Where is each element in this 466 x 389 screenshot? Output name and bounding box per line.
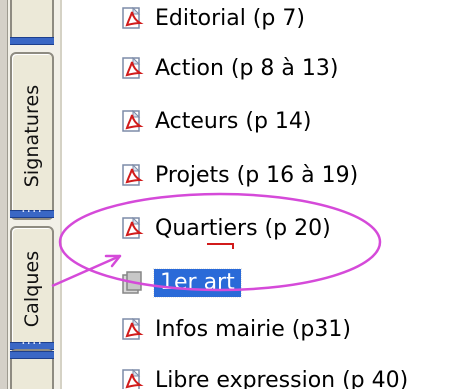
bookmark-item-selected[interactable]: 1er art (120, 266, 242, 300)
bookmark-label: Quartiers (p 20) (155, 216, 331, 241)
pdf-bookmark-icon (122, 217, 144, 239)
pdf-bookmark-icon (122, 7, 144, 29)
pdf-bookmark-icon (122, 369, 144, 389)
bookmark-label: Projets (p 16 à 19) (155, 163, 359, 188)
calques-tab[interactable]: Calques (10, 226, 54, 352)
tab-grip (10, 37, 54, 45)
bookmark-item[interactable]: Action (p 8 à 13) (121, 52, 338, 86)
bookmark-item[interactable]: Acteurs (p 14) (121, 105, 311, 139)
bookmark-label: Infos mairie (p31) (155, 317, 351, 342)
bookmark-label: Editorial (p 7) (155, 6, 305, 31)
bookmarks-tree: Editorial (p 7) Action (p 8 à 13) Acteur… (66, 0, 466, 389)
pdf-bookmark-icon (122, 164, 144, 186)
bookmark-item[interactable]: Infos mairie (p31) (121, 313, 351, 347)
tab-grip (10, 351, 54, 359)
bookmarks-panel-screenshot: Signatures Calques Editorial (p 7) (0, 0, 466, 389)
bookmark-item[interactable]: Libre expression (p 40) (121, 364, 408, 389)
bookmark-label: 1er art (153, 268, 242, 298)
bookmark-item[interactable]: Editorial (p 7) (121, 2, 305, 36)
signatures-tab[interactable]: Signatures (10, 52, 54, 220)
pdf-bookmark-icon (122, 318, 144, 340)
signatures-tab-label: Signatures (21, 84, 43, 188)
next-tab-stub[interactable] (10, 349, 54, 389)
rail-strip (0, 0, 8, 389)
tab-grip (10, 210, 54, 218)
calques-tab-label: Calques (21, 250, 43, 328)
pdf-bookmark-icon (122, 110, 144, 132)
pdf-bookmark-icon (122, 57, 144, 79)
bookmark-item[interactable]: Projets (p 16 à 19) (121, 159, 358, 193)
bookmark-label: Libre expression (p 40) (155, 368, 409, 389)
bookmark-label: Acteurs (p 14) (155, 109, 312, 134)
left-tab-rail: Signatures Calques (0, 0, 62, 389)
previous-tab-stub[interactable] (10, 0, 54, 45)
bookmark-page-icon (122, 271, 142, 294)
bookmark-label: Action (p 8 à 13) (155, 56, 339, 81)
bookmark-item[interactable]: Quartiers (p 20) (121, 212, 331, 246)
